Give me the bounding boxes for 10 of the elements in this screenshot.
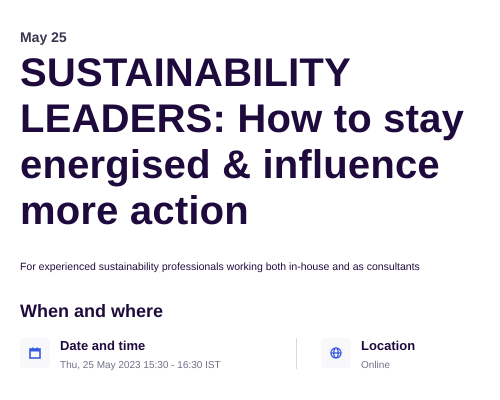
- event-title: SUSTAINABILITY LEADERS: How to stay energised & influence more action: [20, 50, 466, 234]
- detail-value: Online: [361, 359, 391, 372]
- event-summary: For experienced sustainability professionals working both in-house and as consultants: [20, 260, 421, 274]
- calendar-icon: [29, 347, 41, 359]
- event-date: May 25: [20, 28, 68, 46]
- globe-icon: [330, 347, 342, 359]
- detail-value: Thu, 25 May 2023 15:30 - 16:30 IST: [60, 359, 221, 372]
- detail-label: Location: [361, 338, 416, 354]
- detail-label: Date and time: [60, 338, 146, 354]
- section-heading: When and where: [20, 300, 164, 322]
